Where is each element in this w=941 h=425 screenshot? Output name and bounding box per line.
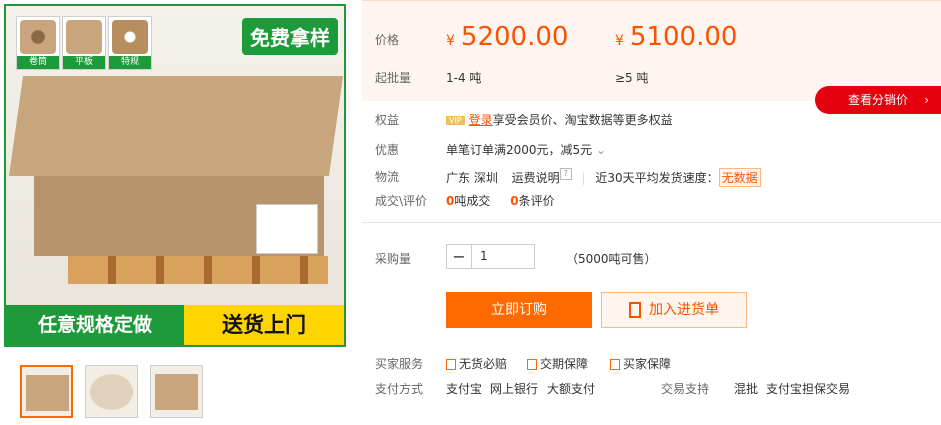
discount-label: 优惠 bbox=[375, 143, 400, 157]
purchase-label: 采购量 bbox=[375, 252, 412, 266]
wooden-pallet bbox=[68, 256, 328, 284]
trade-item: 混批 bbox=[734, 382, 759, 396]
vip-icon: VIP bbox=[446, 116, 465, 125]
logistics-label: 物流 bbox=[375, 170, 400, 184]
thumbnail-strip bbox=[20, 365, 203, 418]
add-to-cart-button[interactable]: 加入进货单 bbox=[601, 292, 747, 328]
quantity-input[interactable]: 1 bbox=[472, 245, 534, 268]
payment-label: 支付方式 bbox=[375, 382, 424, 396]
chevron-right-icon: › bbox=[924, 93, 929, 107]
deal-tons-unit: 吨成交 bbox=[454, 194, 491, 208]
shipping-fee-link[interactable]: 运费说明 bbox=[512, 171, 560, 185]
login-link[interactable]: 登录 bbox=[469, 113, 493, 127]
shield-icon bbox=[446, 359, 456, 370]
package-label bbox=[256, 204, 318, 254]
currency-symbol: ¥ bbox=[615, 33, 624, 49]
thumbnail-3[interactable] bbox=[150, 365, 203, 418]
logistics-row: 广东 深圳 运费说明? | 近30天平均发货速度： 无数据 bbox=[446, 168, 761, 187]
swatch-label: 卷筒 bbox=[17, 56, 59, 69]
review-unit[interactable]: 条评价 bbox=[519, 194, 555, 208]
payment-item: 支付宝 bbox=[446, 382, 483, 396]
kraft-sheet-top bbox=[8, 76, 344, 176]
service-label: 买家服务 bbox=[375, 357, 424, 371]
thumbnail-image bbox=[26, 375, 69, 411]
moq-tier-2: ≥5 吨 bbox=[615, 71, 649, 85]
service-item-1[interactable]: 无货必赔 bbox=[446, 355, 507, 372]
main-product-image[interactable]: 卷筒 平板 特规 免费拿样 bbox=[6, 6, 344, 309]
quantity-stepper: − 1 bbox=[446, 244, 535, 269]
swatch-flat: 平板 bbox=[62, 16, 106, 70]
add-to-cart-label: 加入进货单 bbox=[649, 302, 719, 318]
tape-roll-icon bbox=[112, 20, 148, 54]
calendar-icon bbox=[527, 359, 537, 370]
discount-text: 单笔订单满2000元，减5元 bbox=[446, 143, 593, 157]
thumbnail-image bbox=[155, 374, 198, 410]
thumbnail-image bbox=[90, 374, 133, 410]
swatch-roll: 卷筒 bbox=[16, 16, 60, 70]
currency-symbol: ¥ bbox=[446, 33, 455, 49]
ship-from: 广东 深圳 bbox=[446, 171, 498, 185]
chevron-down-icon: ⌄ bbox=[596, 143, 607, 157]
review-count: 0 bbox=[510, 194, 519, 208]
service-text: 无货必赔 bbox=[459, 357, 508, 371]
price-tier-1: ¥5200.00 bbox=[446, 22, 568, 52]
divider bbox=[362, 222, 941, 223]
price-tier-2: ¥5100.00 bbox=[615, 22, 737, 52]
benefit-row: VIP 登录享受会员价、淘宝数据等更多权益 bbox=[446, 111, 673, 128]
banner-custom-size: 任意规格定做 bbox=[6, 305, 184, 345]
thumbnail-1[interactable] bbox=[20, 365, 73, 418]
benefit-label: 权益 bbox=[375, 113, 400, 127]
product-gallery: 卷筒 平板 特规 免费拿样 任意规格定做 送货上门 bbox=[4, 4, 346, 347]
service-item-3[interactable]: 买家保障 bbox=[610, 355, 671, 372]
promo-banner: 任意规格定做 送货上门 bbox=[6, 305, 344, 345]
service-item-2[interactable]: 交期保障 bbox=[527, 355, 588, 372]
guarantee-icon bbox=[610, 359, 620, 370]
payment-item: 大额支付 bbox=[547, 382, 596, 396]
deal-row: 0吨成交 0条评价 bbox=[446, 192, 555, 209]
benefit-text: 享受会员价、淘宝数据等更多权益 bbox=[492, 113, 673, 127]
moq-label: 起批量 bbox=[375, 71, 412, 85]
free-sample-badge: 免费拿样 bbox=[242, 18, 338, 55]
service-text: 买家保障 bbox=[623, 357, 672, 371]
decrement-button[interactable]: − bbox=[447, 245, 472, 268]
swatch-label: 特规 bbox=[109, 56, 151, 69]
payment-item: 网上银行 bbox=[490, 382, 539, 396]
price-value: 5200.00 bbox=[460, 22, 569, 52]
price-label: 价格 bbox=[375, 33, 400, 47]
clipboard-icon bbox=[629, 302, 641, 318]
service-text: 交期保障 bbox=[540, 357, 589, 371]
discount-row[interactable]: 单笔订单满2000元，减5元 ⌄ bbox=[446, 141, 606, 158]
distribution-price-button[interactable]: 查看分销价 › bbox=[815, 86, 941, 114]
buy-now-button[interactable]: 立即订购 bbox=[446, 292, 592, 328]
roll-icon bbox=[20, 20, 56, 54]
deal-label: 成交\评价 bbox=[375, 194, 428, 208]
thumbnail-2[interactable] bbox=[85, 365, 138, 418]
trade-label: 交易支持 bbox=[661, 382, 710, 396]
distribution-label: 查看分销价 bbox=[847, 93, 908, 107]
swatch-label: 平板 bbox=[63, 56, 105, 69]
flat-sheet-icon bbox=[66, 20, 102, 54]
speed-badge: 无数据 bbox=[718, 168, 761, 187]
speed-label: 近30天平均发货速度： bbox=[595, 171, 719, 185]
swatch-custom: 特规 bbox=[108, 16, 152, 70]
banner-delivery: 送货上门 bbox=[184, 305, 344, 345]
stock-text: （5000吨可售） bbox=[566, 252, 657, 266]
trade-item: 支付宝担保交易 bbox=[766, 382, 851, 396]
price-value: 5100.00 bbox=[629, 22, 738, 52]
moq-tier-1: 1-4 吨 bbox=[446, 71, 482, 85]
help-icon[interactable]: ? bbox=[559, 168, 572, 180]
